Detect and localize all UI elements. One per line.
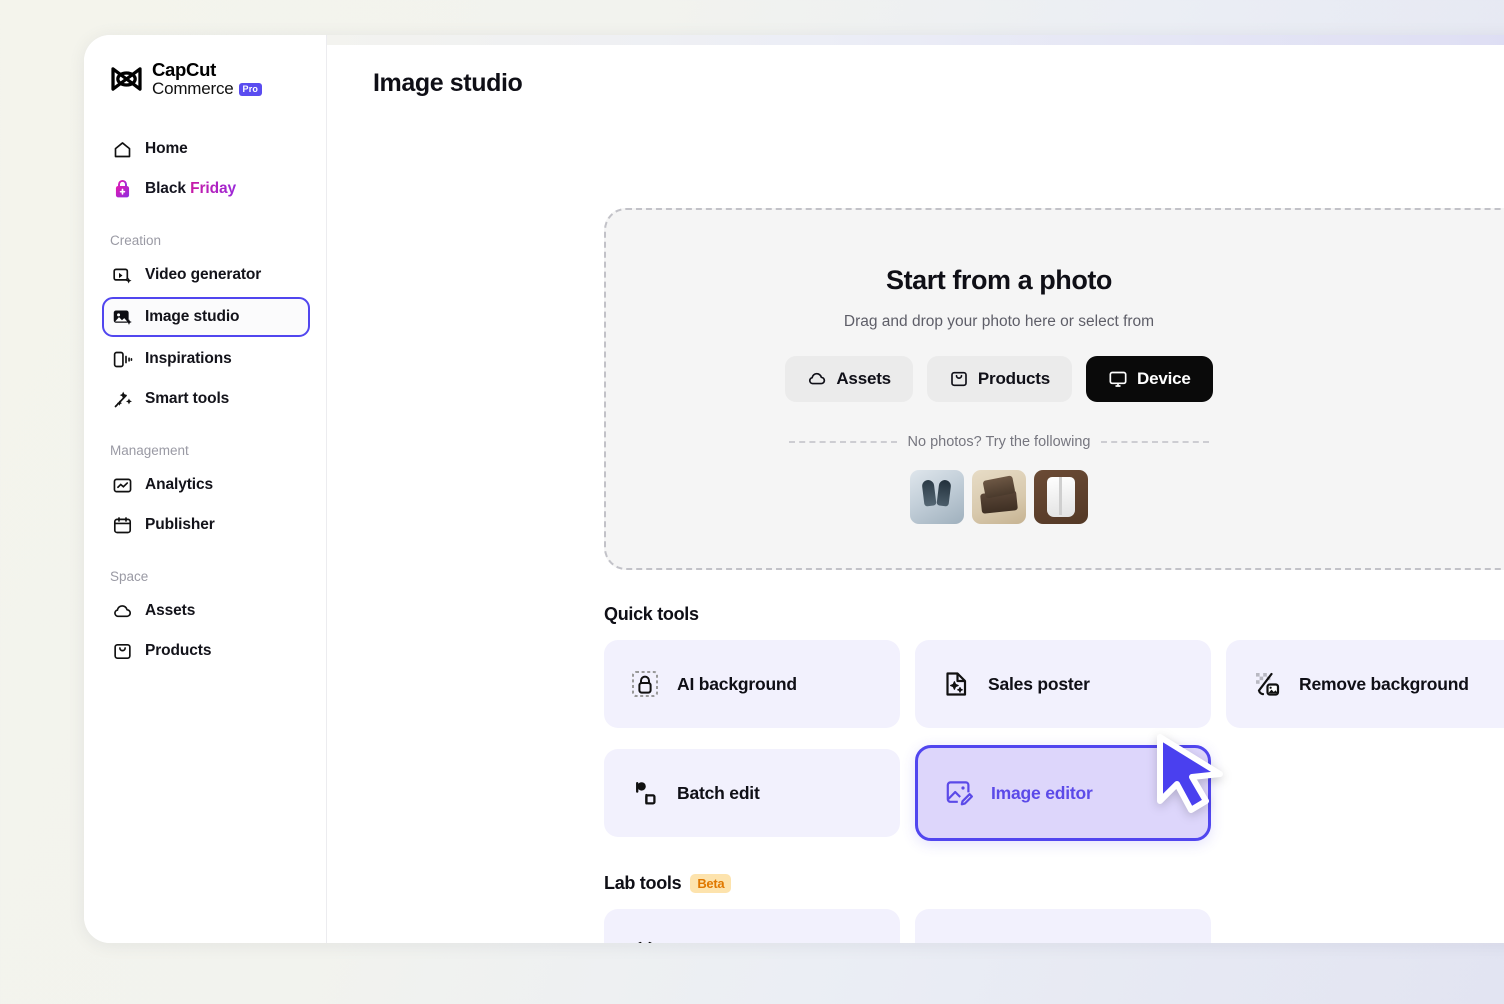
sidebar-item-inspirations[interactable]: Inspirations [104,341,310,377]
sidebar-item-products[interactable]: Products [104,633,310,669]
batch-edit-icon [630,778,660,808]
upload-heading: Start from a photo [886,265,1112,296]
tool-card-ai-background[interactable]: AI background [604,640,900,728]
sales-poster-icon [941,669,971,699]
tool-label-remove-background: Remove background [1299,674,1469,695]
logo-title: CapCut [152,61,262,80]
tool-card-remove-background[interactable]: Remove background [1226,640,1504,728]
divider-text: No photos? Try the following [908,434,1091,450]
lab-tools-row-1: AI model AI shadows [604,909,1504,943]
tool-card-batch-edit[interactable]: Batch edit [604,749,900,837]
gift-bag-icon [112,179,133,200]
white-shirt-thumbnail[interactable] [1034,470,1088,524]
tool-label-ai-background: AI background [677,674,797,695]
tool-label-ai-shadows: AI shadows [988,943,1083,944]
no-photos-divider: No photos? Try the following [789,434,1209,450]
quick-tools-heading: Quick tools [604,604,699,625]
sidebar-item-video-generator[interactable]: Video generator [104,257,310,293]
image-editor-icon [944,778,974,808]
sidebar-group-space: Space [84,569,326,584]
home-icon [112,139,133,160]
sidebar-label-publisher: Publisher [145,516,215,534]
sidebar-item-publisher[interactable]: Publisher [104,507,310,543]
bag-icon [949,369,969,389]
quick-tools-row-2: Batch edit Image editor [604,749,1504,841]
products-source-button[interactable]: Products [927,356,1072,402]
lab-tools-heading-text: Lab tools [604,873,681,894]
sidebar-label-assets: Assets [145,602,195,620]
divider-line-right [1101,441,1209,443]
logo-subtitle: Commerce [152,80,234,97]
tool-label-image-editor: Image editor [991,783,1093,804]
quick-tools-row-1: AI background Sales poster [604,640,1504,728]
pro-badge: Pro [239,83,263,95]
monitor-icon [1108,369,1128,389]
sidebar-item-analytics[interactable]: Analytics [104,467,310,503]
eyeshadow-palette-thumbnail[interactable] [972,470,1026,524]
sidebar-item-smart-tools[interactable]: Smart tools [104,381,310,417]
sidebar-label-home: Home [145,140,188,158]
products-source-label: Products [978,369,1050,389]
black-friday-label-black: Black [145,180,186,197]
lab-tools-heading: Lab tools Beta [604,873,731,894]
earbuds-thumbnail[interactable] [910,470,964,524]
image-sparkle-icon [112,307,133,328]
divider-line-left [789,441,897,443]
app-window: CapCut Commerce Pro Home [84,35,1504,943]
sidebar-label-video-generator: Video generator [145,266,261,284]
tool-card-image-editor[interactable]: Image editor [915,745,1211,841]
cloud-icon [112,601,133,622]
tool-card-sales-poster[interactable]: Sales poster [915,640,1211,728]
tool-card-ai-shadows[interactable]: AI shadows [915,909,1211,943]
assets-source-button[interactable]: Assets [785,356,913,402]
sample-thumbnail-list [910,470,1088,524]
sidebar-item-image-studio[interactable]: Image studio [102,297,310,337]
tool-label-sales-poster: Sales poster [988,674,1090,695]
sidebar: CapCut Commerce Pro Home [84,35,327,943]
phone-waveform-icon [112,349,133,370]
shadow-circle-icon [941,938,971,943]
sidebar-group-management: Management [84,443,326,458]
brand-logo[interactable]: CapCut Commerce Pro [84,35,326,97]
device-source-label: Device [1137,369,1191,389]
upload-dropzone[interactable]: Start from a photo Drag and drop your ph… [604,208,1504,570]
sidebar-group-creation: Creation [84,233,326,248]
top-gradient-bar [327,35,1504,45]
video-sparkle-icon [112,265,133,286]
device-source-button[interactable]: Device [1086,356,1213,402]
content-scroll-area: Start from a photo Drag and drop your ph… [327,98,1504,943]
sidebar-label-products: Products [145,642,211,660]
cloud-icon [807,369,827,389]
sidebar-item-home[interactable]: Home [104,131,310,167]
ai-background-icon [630,669,660,699]
assets-source-label: Assets [836,369,891,389]
page-title: Image studio [327,45,1504,98]
tool-card-ai-model[interactable]: AI model [604,909,900,943]
upload-subtitle: Drag and drop your photo here or select … [844,313,1154,331]
remove-background-icon [1252,669,1282,699]
bag-icon [112,641,133,662]
black-friday-label-friday: Friday [190,180,236,197]
magic-wand-icon [112,389,133,410]
source-button-group: Assets Products [785,356,1212,402]
main-content: Image studio Start from a photo Drag and… [327,35,1504,943]
sidebar-item-assets[interactable]: Assets [104,593,310,629]
tshirt-sparkle-icon [630,938,660,943]
capcut-logo-icon [110,66,143,92]
sidebar-label-image-studio: Image studio [145,308,239,326]
calendar-icon [112,515,133,536]
quick-tools-heading-text: Quick tools [604,604,699,625]
tool-label-batch-edit: Batch edit [677,783,760,804]
analytics-chart-icon [112,475,133,496]
sidebar-label-smart-tools: Smart tools [145,390,229,408]
sidebar-label-inspirations: Inspirations [145,350,232,368]
sidebar-label-analytics: Analytics [145,476,213,494]
tool-label-ai-model: AI model [677,943,749,944]
beta-badge: Beta [690,874,731,893]
sidebar-item-black-friday[interactable]: Black Friday [104,171,310,207]
